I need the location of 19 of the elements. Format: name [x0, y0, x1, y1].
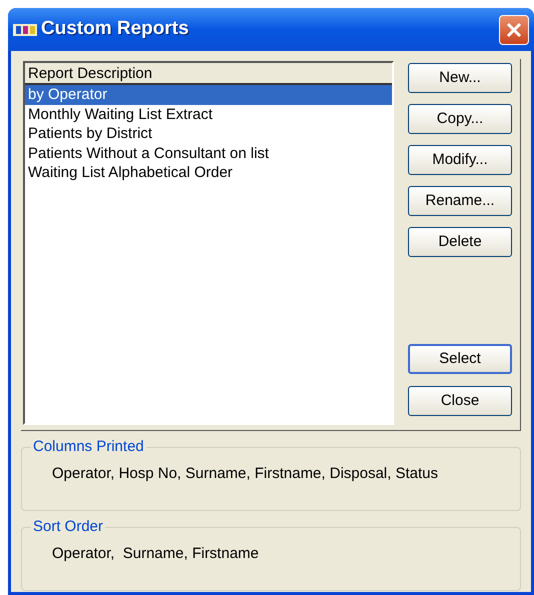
dialog-button[interactable]: Modify...	[408, 145, 512, 175]
window-title: Custom Reports	[41, 17, 190, 42]
close-icon	[506, 22, 522, 38]
list-item[interactable]: by Operator	[25, 85, 392, 104]
group-text: Operator, Hosp No, Surname, Firstname, Disposal, Status	[52, 465, 438, 482]
list-item[interactable]: Monthly Waiting List Extract	[25, 104, 392, 124]
dialog-button[interactable]: Delete	[408, 227, 512, 257]
dialog-button[interactable]: Rename...	[408, 186, 512, 216]
dialog-button[interactable]: Close	[408, 386, 512, 416]
dialog-button[interactable]: Copy...	[408, 104, 512, 134]
dialog-button[interactable]: Select	[408, 344, 512, 374]
app-logo-icon	[13, 22, 37, 36]
dialog-button[interactable]: New...	[408, 63, 512, 93]
list-item[interactable]: Patients by District	[25, 124, 392, 144]
close-button[interactable]	[499, 14, 529, 44]
column-header: Report Description	[25, 63, 392, 85]
list-item[interactable]: Patients Without a Consultant on list	[25, 144, 392, 163]
list-item[interactable]: Waiting List Alphabetical Order	[25, 163, 392, 182]
group-text: Operator, Surname, Firstname	[52, 545, 259, 562]
